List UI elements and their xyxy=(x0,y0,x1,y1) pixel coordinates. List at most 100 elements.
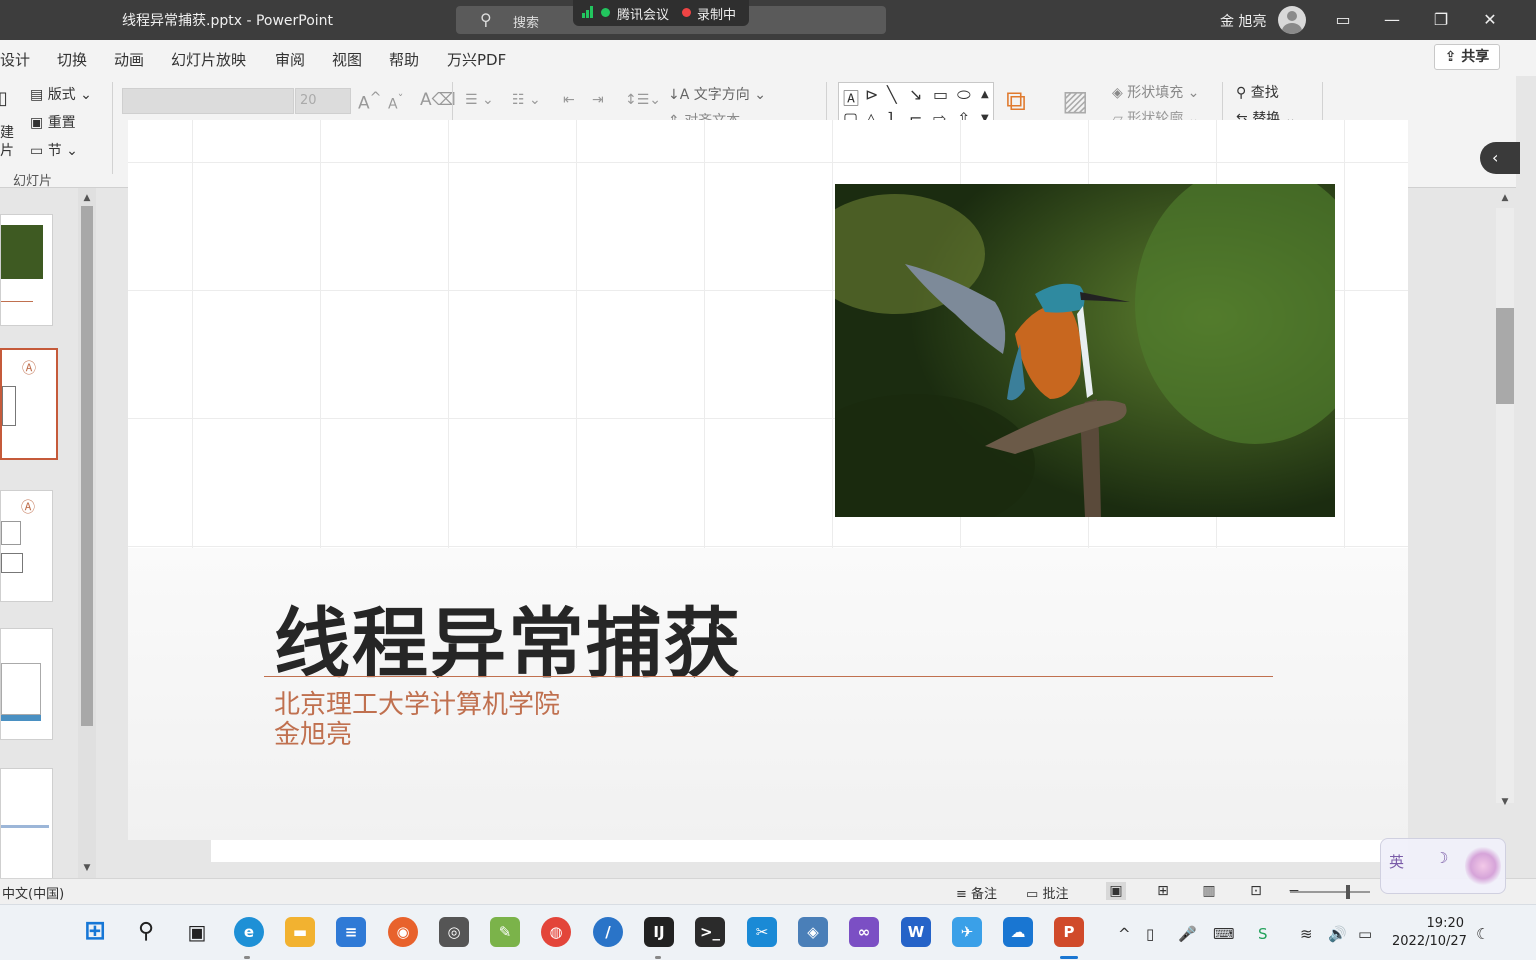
clear-format-button[interactable]: A⌫ xyxy=(420,90,456,110)
tab-view[interactable]: 视图 xyxy=(332,49,362,70)
notepad-icon[interactable]: ≡ xyxy=(336,917,366,947)
slideshow-view-icon[interactable]: ⊡ xyxy=(1246,882,1266,900)
battery-icon[interactable]: ▭ xyxy=(1358,925,1372,943)
pen-app-icon[interactable]: / xyxy=(593,917,623,947)
minimize-icon[interactable]: — xyxy=(1380,8,1404,32)
comments-button[interactable]: ▭ 批注 xyxy=(1026,883,1068,902)
gallery-scroll-up-icon[interactable]: ▲ xyxy=(981,89,989,100)
microphone-icon[interactable]: 🎤 xyxy=(1178,925,1197,943)
ime-mode[interactable]: 英 xyxy=(1389,851,1404,872)
keyboard-icon[interactable]: ⌨ xyxy=(1213,925,1235,943)
notification-icon[interactable]: ☾ xyxy=(1476,925,1489,943)
tab-animations[interactable]: 动画 xyxy=(114,49,144,70)
thumbnail-scrollbar[interactable]: ▲ ▼ xyxy=(78,188,96,878)
slide-sorter-icon[interactable]: ⊞ xyxy=(1153,882,1173,900)
app-tray-icon[interactable]: S xyxy=(1258,925,1268,943)
feishu-icon[interactable]: ✈ xyxy=(952,917,982,947)
collapse-panel-button[interactable]: ‹ xyxy=(1480,142,1520,174)
zoom-slider[interactable] xyxy=(1290,891,1370,893)
firefox-icon[interactable]: ◉ xyxy=(388,917,418,947)
decrease-indent-icon[interactable]: ⇤ xyxy=(563,92,575,108)
increase-indent-icon[interactable]: ⇥ xyxy=(592,92,604,108)
close-icon[interactable]: ✕ xyxy=(1478,8,1502,32)
tab-design[interactable]: 设计 xyxy=(0,49,30,70)
user-name[interactable]: 金 旭亮 xyxy=(1220,11,1266,31)
notes-button[interactable]: ≡ 备注 xyxy=(956,883,997,902)
reset-button[interactable]: ▣ 重置 xyxy=(30,112,76,132)
terminal-icon[interactable]: >_ xyxy=(695,917,725,947)
tab-slideshow[interactable]: 幻灯片放映 xyxy=(171,49,246,70)
visual-studio-icon[interactable]: ∞ xyxy=(849,917,879,947)
network-tool-icon[interactable]: ◈ xyxy=(798,917,828,947)
scrollbar-thumb[interactable] xyxy=(1496,308,1514,404)
screen-share-icon[interactable]: ☁ xyxy=(1003,917,1033,947)
numbering-icon[interactable]: ☷ ⌄ xyxy=(512,92,541,108)
quick-styles-icon[interactable]: ▨ xyxy=(1062,84,1088,117)
ribbon-display-icon[interactable]: ▭ xyxy=(1331,8,1355,32)
decrease-font-button[interactable]: Aˇ xyxy=(388,92,403,113)
task-view-icon[interactable]: ▣ xyxy=(182,917,212,947)
increase-font-button[interactable]: A^ xyxy=(358,90,382,114)
slide-partial[interactable]: 片 xyxy=(0,140,14,160)
file-explorer-icon[interactable]: ▬ xyxy=(285,917,315,947)
snipping-icon[interactable]: ✂ xyxy=(747,917,777,947)
oval-shape-icon[interactable]: ⬭ xyxy=(957,85,971,105)
font-size-input[interactable]: 20 xyxy=(295,88,351,114)
windows-start-icon[interactable]: ⊞ xyxy=(80,917,110,947)
chrome-icon[interactable]: ◍ xyxy=(541,917,571,947)
slide-thumbnail[interactable] xyxy=(0,628,53,740)
rectangle-shape-icon[interactable]: ▭ xyxy=(933,85,948,104)
slide-subtitle[interactable]: 北京理工大学计算机学院 金旭亮 xyxy=(274,690,560,750)
battery-device-icon[interactable]: ▯ xyxy=(1146,925,1154,943)
meeting-indicator[interactable]: 腾讯会议 录制中 xyxy=(573,0,749,26)
new-slide-icon[interactable]: ▯ xyxy=(0,88,8,109)
reading-view-icon[interactable]: ▥ xyxy=(1199,882,1219,900)
language-indicator[interactable]: 中文(中国) xyxy=(2,883,64,902)
line-spacing-icon[interactable]: ↕☰⌄ xyxy=(625,92,661,108)
jetbrains-icon[interactable]: IJ xyxy=(644,917,674,947)
slide-canvas[interactable]: 线程异常捕获 北京理工大学计算机学院 金旭亮 xyxy=(128,120,1408,840)
search-icon[interactable]: ⚲ xyxy=(131,917,161,947)
scroll-up-icon[interactable]: ▲ xyxy=(1496,190,1514,206)
layout-button[interactable]: ▤ 版式 ⌄ xyxy=(30,84,92,104)
arrow-line-shape-icon[interactable]: ↘ xyxy=(909,85,922,104)
moon-icon[interactable]: ☽ xyxy=(1435,849,1448,867)
powerpoint-icon[interactable]: P xyxy=(1054,917,1084,947)
section-button[interactable]: ▭ 节 ⌄ xyxy=(30,140,78,160)
tab-review[interactable]: 审阅 xyxy=(275,49,305,70)
share-button[interactable]: ⇪ 共享 xyxy=(1434,44,1500,70)
system-clock[interactable]: 19:20 2022/10/27 xyxy=(1392,915,1467,951)
restore-icon[interactable]: ❐ xyxy=(1429,8,1453,32)
tray-expand-icon[interactable]: ^ xyxy=(1118,925,1131,943)
slide-thumbnail[interactable] xyxy=(0,768,53,880)
scroll-up-icon[interactable]: ▲ xyxy=(78,190,96,206)
textbox-shape-icon[interactable]: 🄰 xyxy=(843,85,859,109)
new-slide-partial[interactable]: 建 xyxy=(0,122,14,142)
slide-thumbnail[interactable]: Ⓐ xyxy=(0,490,53,602)
paint-icon[interactable]: ✎ xyxy=(490,917,520,947)
edge-icon[interactable]: e xyxy=(234,917,264,947)
find-button[interactable]: ⚲ 查找 xyxy=(1236,82,1279,102)
vertical-textbox-shape-icon[interactable]: ⊳ xyxy=(865,85,878,104)
zoom-slider-knob[interactable] xyxy=(1346,885,1350,899)
wifi-icon[interactable]: ≋ xyxy=(1300,925,1313,943)
ime-toolbar[interactable]: 英 ☽ xyxy=(1380,838,1506,894)
wps-docs-icon[interactable]: W xyxy=(901,917,931,947)
font-family-input[interactable] xyxy=(122,88,294,114)
editor-scrollbar[interactable]: ▲ ▼ xyxy=(1494,188,1516,878)
scrollbar-thumb[interactable] xyxy=(81,206,93,726)
slide-thumbnail-selected[interactable]: Ⓐ xyxy=(0,348,58,460)
arrange-icon[interactable]: ⧉ xyxy=(1006,84,1026,118)
volume-icon[interactable]: 🔊 xyxy=(1328,925,1347,943)
tab-transitions[interactable]: 切换 xyxy=(57,49,87,70)
bullets-icon[interactable]: ☰ ⌄ xyxy=(465,92,494,108)
shape-fill-button[interactable]: ◈ 形状填充 ⌄ xyxy=(1112,82,1199,102)
camera-icon[interactable]: ◎ xyxy=(439,917,469,947)
line-shape-icon[interactable]: ╲ xyxy=(887,85,897,104)
tab-help[interactable]: 帮助 xyxy=(389,49,419,70)
avatar[interactable] xyxy=(1278,6,1306,34)
text-direction-button[interactable]: ↓A 文字方向 ⌄ xyxy=(668,84,766,104)
tab-pdf[interactable]: 万兴PDF xyxy=(447,49,506,70)
scroll-down-icon[interactable]: ▼ xyxy=(1496,794,1514,810)
scroll-down-icon[interactable]: ▼ xyxy=(78,860,96,876)
